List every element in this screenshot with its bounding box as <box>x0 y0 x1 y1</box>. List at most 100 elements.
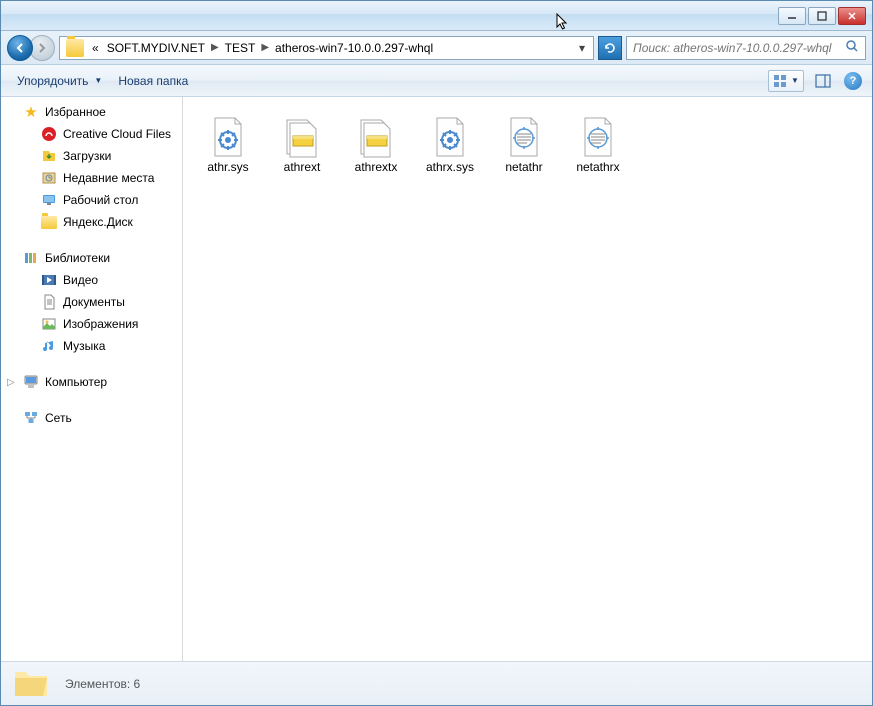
file-name: athr.sys <box>207 160 248 174</box>
search-icon[interactable] <box>845 39 859 56</box>
file-name: athrextx <box>355 160 398 174</box>
item-label: Изображения <box>63 317 138 331</box>
new-folder-button[interactable]: Новая папка <box>110 70 196 92</box>
file-item[interactable]: athr.sys <box>191 111 265 179</box>
favorites-group: ★ Избранное Creative Cloud Files Загрузк… <box>1 101 182 233</box>
status-text: Элементов: 6 <box>65 677 140 691</box>
network-icon <box>23 410 39 426</box>
favorites-header[interactable]: ★ Избранное <box>1 101 182 123</box>
documents-icon <box>41 294 57 310</box>
sidebar-item-music[interactable]: Музыка <box>1 335 182 357</box>
breadcrumb-item[interactable]: SOFT.MYDIV.NET <box>103 41 209 55</box>
new-folder-label: Новая папка <box>118 74 188 88</box>
item-label: Загрузки <box>63 149 111 163</box>
breadcrumb-item[interactable]: atheros-win7-10.0.0.297-whql <box>271 41 437 55</box>
chevron-down-icon: ▼ <box>94 76 102 85</box>
file-item[interactable]: athrextx <box>339 111 413 179</box>
maximize-button[interactable] <box>808 7 836 25</box>
refresh-button[interactable] <box>598 36 622 60</box>
minimize-button[interactable] <box>778 7 806 25</box>
navigation-pane[interactable]: ★ Избранное Creative Cloud Files Загрузк… <box>1 97 183 661</box>
chevron-down-icon: ▼ <box>791 76 799 85</box>
file-list-pane[interactable]: athr.sys athrext athrextx athrx.sys netathr n… <box>183 97 872 661</box>
sidebar-item-computer[interactable]: ▷ Компьютер <box>1 371 182 393</box>
network-label: Сеть <box>45 411 72 425</box>
preview-pane-button[interactable] <box>812 70 834 92</box>
creative-cloud-icon <box>41 126 57 142</box>
address-bar[interactable]: « SOFT.MYDIV.NET ▶ TEST ▶ atheros-win7-1… <box>59 36 594 60</box>
nav-buttons <box>7 35 55 61</box>
chevron-right-icon[interactable]: ▶ <box>259 42 271 53</box>
music-icon <box>41 338 57 354</box>
close-button[interactable] <box>838 7 866 25</box>
item-label: Документы <box>63 295 125 309</box>
explorer-window: « SOFT.MYDIV.NET ▶ TEST ▶ atheros-win7-1… <box>0 0 873 706</box>
file-item[interactable]: netathr <box>487 111 561 179</box>
item-label: Яндекс.Диск <box>63 215 133 229</box>
item-label: Недавние места <box>63 171 154 185</box>
titlebar <box>1 1 872 31</box>
search-input[interactable] <box>633 41 841 55</box>
yandex-disk-icon <box>41 214 57 230</box>
folder-large-icon <box>13 668 49 700</box>
file-name: netathr <box>505 160 542 174</box>
sidebar-item-desktop[interactable]: Рабочий стол <box>1 189 182 211</box>
toolbar: Упорядочить ▼ Новая папка ▼ ? <box>1 65 872 97</box>
back-button[interactable] <box>7 35 33 61</box>
sidebar-item-network[interactable]: Сеть <box>1 407 182 429</box>
address-dropdown[interactable]: ▾ <box>573 41 591 55</box>
videos-icon <box>41 272 57 288</box>
item-label: Creative Cloud Files <box>63 127 171 141</box>
sidebar-item-yandex-disk[interactable]: Яндекс.Диск <box>1 211 182 233</box>
breadcrumb-item[interactable]: TEST <box>221 41 260 55</box>
status-bar: Элементов: 6 <box>1 661 872 705</box>
libraries-header[interactable]: Библиотеки <box>1 247 182 269</box>
computer-icon <box>23 374 39 390</box>
favorites-label: Избранное <box>45 105 106 119</box>
help-icon: ? <box>844 72 862 90</box>
sidebar-item-creative-cloud[interactable]: Creative Cloud Files <box>1 123 182 145</box>
desktop-icon <box>41 192 57 208</box>
sidebar-item-pictures[interactable]: Изображения <box>1 313 182 335</box>
item-label: Рабочий стол <box>63 193 138 207</box>
toolbar-right: ▼ ? <box>768 70 864 92</box>
file-name: athrx.sys <box>426 160 474 174</box>
star-icon: ★ <box>23 104 39 120</box>
file-icon <box>429 116 471 158</box>
search-box[interactable] <box>626 36 866 60</box>
chevron-right-icon[interactable]: ▶ <box>209 42 221 53</box>
recent-icon <box>41 170 57 186</box>
navigation-row: « SOFT.MYDIV.NET ▶ TEST ▶ atheros-win7-1… <box>1 31 872 65</box>
file-item[interactable]: athrx.sys <box>413 111 487 179</box>
libraries-label: Библиотеки <box>45 251 110 265</box>
sidebar-item-recent[interactable]: Недавние места <box>1 167 182 189</box>
view-icon <box>773 74 787 88</box>
sidebar-item-documents[interactable]: Документы <box>1 291 182 313</box>
breadcrumb-prefix[interactable]: « <box>88 41 103 55</box>
item-label: Видео <box>63 273 98 287</box>
pictures-icon <box>41 316 57 332</box>
organize-button[interactable]: Упорядочить ▼ <box>9 70 110 92</box>
file-name: netathrx <box>576 160 619 174</box>
file-icon <box>577 116 619 158</box>
body: ★ Избранное Creative Cloud Files Загрузк… <box>1 97 872 661</box>
file-item[interactable]: athrext <box>265 111 339 179</box>
view-button[interactable]: ▼ <box>768 70 804 92</box>
file-name: athrext <box>284 160 321 174</box>
expand-icon[interactable]: ▷ <box>7 377 15 388</box>
downloads-icon <box>41 148 57 164</box>
help-button[interactable]: ? <box>842 70 864 92</box>
computer-label: Компьютер <box>45 375 107 389</box>
libraries-group: Библиотеки Видео Документы Изображения М… <box>1 247 182 357</box>
file-icon <box>281 116 323 158</box>
sidebar-item-downloads[interactable]: Загрузки <box>1 145 182 167</box>
folder-icon <box>66 39 84 57</box>
item-label: Музыка <box>63 339 105 353</box>
file-icon <box>207 116 249 158</box>
libraries-icon <box>23 250 39 266</box>
organize-label: Упорядочить <box>17 74 88 88</box>
sidebar-item-videos[interactable]: Видео <box>1 269 182 291</box>
file-icon <box>355 116 397 158</box>
file-item[interactable]: netathrx <box>561 111 635 179</box>
file-icon <box>503 116 545 158</box>
